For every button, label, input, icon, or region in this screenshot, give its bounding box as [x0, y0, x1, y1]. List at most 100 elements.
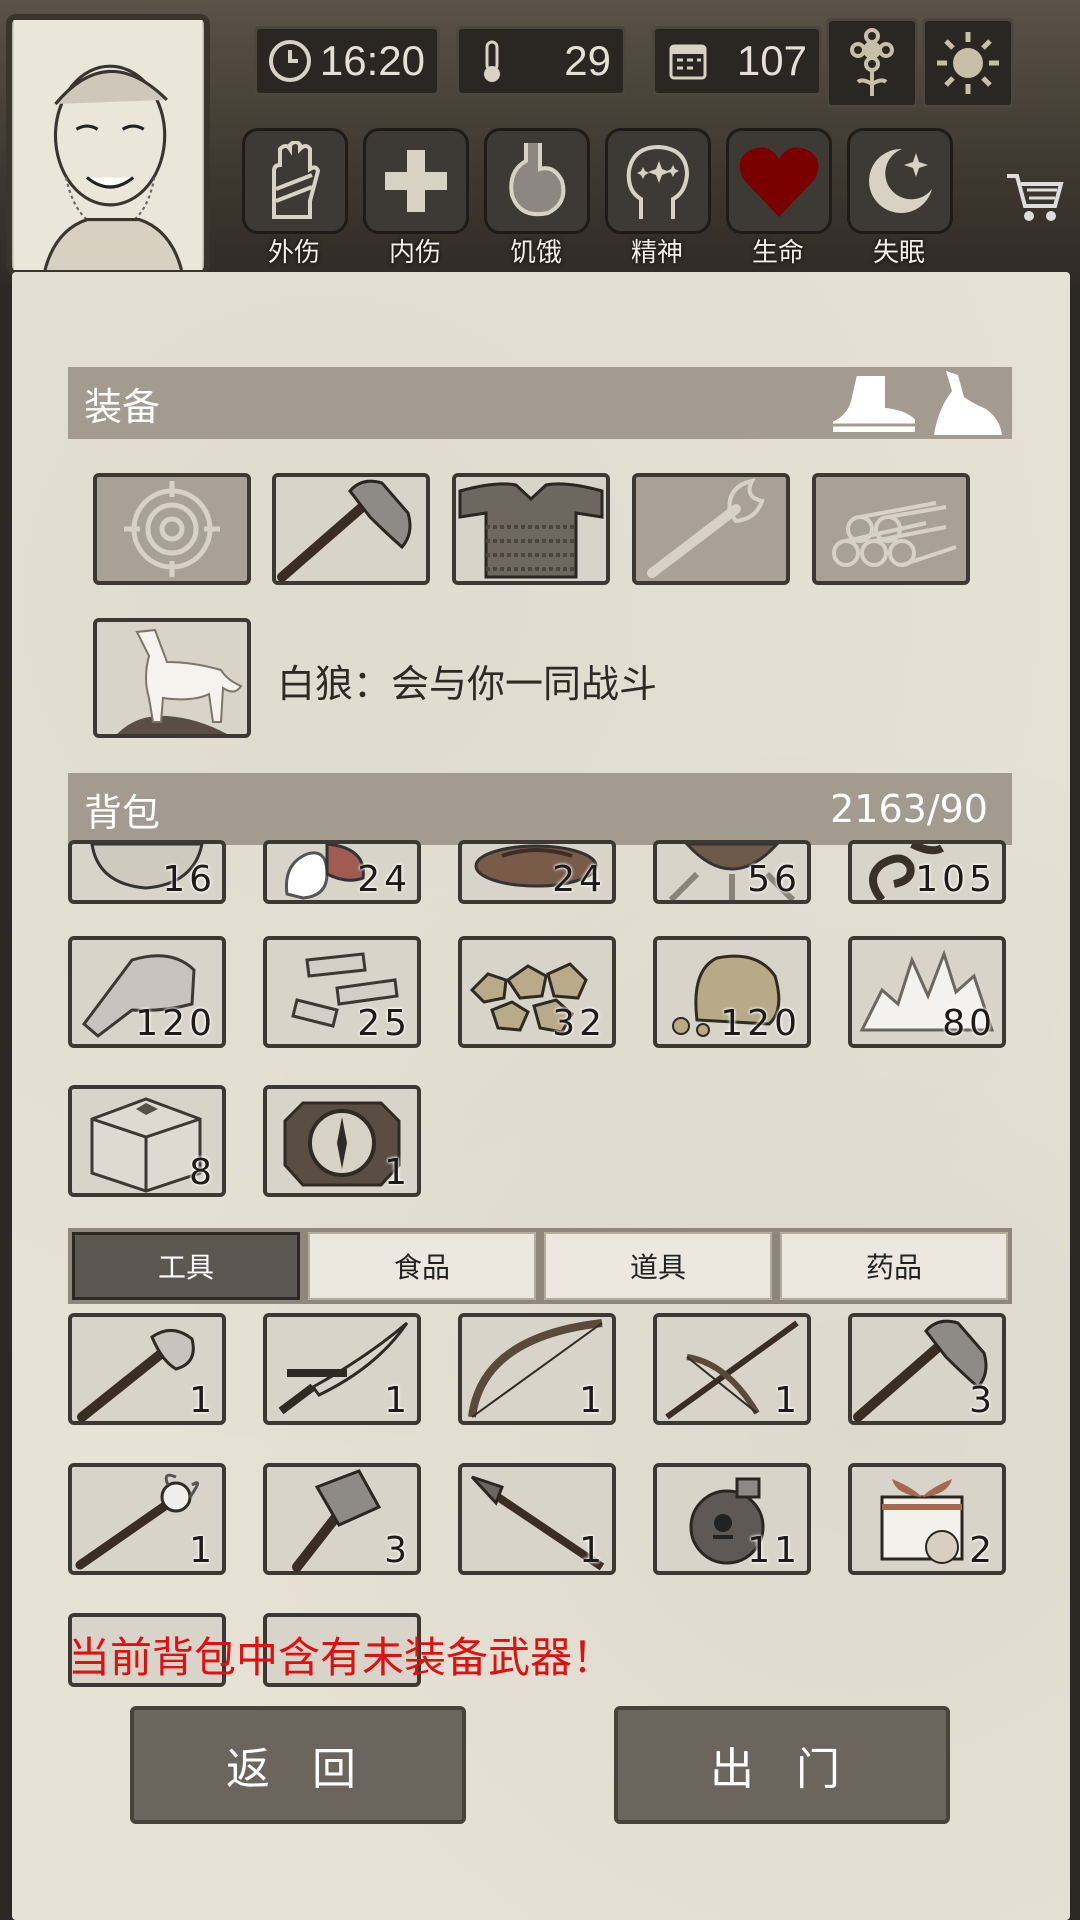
condition-label: 精神	[630, 238, 683, 268]
sun-icon	[937, 32, 999, 94]
item-count: 8	[189, 1152, 216, 1193]
heart-icon	[739, 147, 819, 217]
tool-item[interactable]: 1	[68, 1463, 226, 1575]
condition-insomnia[interactable]: 失眠	[847, 128, 953, 268]
item-count: 1	[189, 1530, 216, 1571]
day-value: 107	[736, 37, 807, 84]
item-count: 32	[552, 1003, 606, 1044]
item-count: 80	[942, 1003, 996, 1044]
backpack-item[interactable]: 105	[848, 840, 1006, 904]
flower-icon	[850, 28, 894, 96]
go-out-button[interactable]: 出 门	[614, 1706, 950, 1824]
equipment-slot-firewood[interactable]	[812, 473, 970, 585]
condition-external-injury[interactable]: 外伤	[242, 128, 348, 268]
character-portrait[interactable]	[6, 14, 210, 276]
item-count: 3	[384, 1530, 411, 1571]
backpack-item[interactable]: 32	[458, 936, 616, 1048]
survivor-face-icon	[13, 20, 203, 271]
tool-item[interactable]: 2	[848, 1463, 1006, 1575]
tool-item[interactable]: 1	[653, 1313, 811, 1425]
tool-item[interactable]: 3	[848, 1313, 1006, 1425]
item-count: 24	[552, 859, 606, 900]
logs-icon	[832, 501, 957, 567]
backpack-item[interactable]: 120	[68, 936, 226, 1048]
backpack-item[interactable]: 24	[458, 840, 616, 904]
category-tabs: 工具 食品 道具 药品	[68, 1228, 1012, 1304]
condition-spirit[interactable]: 精神	[605, 128, 711, 268]
condition-health[interactable]: 生命	[726, 128, 832, 268]
backpack-header: 背包 2163/90	[68, 773, 1012, 845]
tool-item[interactable]: 11	[653, 1463, 811, 1575]
backpack-item[interactable]: 16	[68, 840, 226, 904]
item-count: 120	[135, 1003, 216, 1044]
item-count: 3	[969, 1380, 996, 1421]
moon-star-icon	[869, 148, 932, 213]
backpack-item[interactable]: 25	[263, 936, 421, 1048]
equipment-slot-target[interactable]	[93, 473, 251, 585]
temperature-display: 29	[456, 26, 626, 96]
temperature-value: 29	[564, 37, 611, 84]
condition-internal-injury[interactable]: 内伤	[363, 128, 469, 268]
wolf-icon[interactable]	[928, 369, 1008, 437]
unequipped-weapon-warning: 当前背包中含有未装备武器！	[68, 1633, 615, 1682]
tool-item[interactable]: 1	[458, 1463, 616, 1575]
cross-icon	[385, 150, 447, 212]
tab-medicine[interactable]: 药品	[780, 1232, 1008, 1300]
equipment-slot-torch[interactable]	[632, 473, 790, 585]
item-count: 1	[384, 1380, 411, 1421]
backpack-capacity: 2163/90	[830, 787, 988, 831]
condition-label: 饥饿	[509, 238, 562, 268]
companion-slot[interactable]	[93, 618, 251, 738]
backpack-item[interactable]: 80	[848, 936, 1006, 1048]
chainmail-icon	[458, 482, 604, 579]
condition-label: 外伤	[267, 238, 320, 268]
item-count: 1	[189, 1380, 216, 1421]
item-count: 24	[357, 859, 411, 900]
backpack-item[interactable]: 8	[68, 1085, 226, 1197]
item-count: 1	[774, 1380, 801, 1421]
tool-item[interactable]: 1	[458, 1313, 616, 1425]
target-icon	[124, 481, 220, 577]
backpack-item[interactable]: 56	[653, 840, 811, 904]
tab-food[interactable]: 食品	[308, 1232, 536, 1300]
tool-item[interactable]: 1	[263, 1313, 421, 1425]
thermometer-icon	[484, 40, 500, 82]
item-count: 1	[579, 1380, 606, 1421]
day-counter: 107	[652, 26, 822, 96]
backpack-item[interactable]: 24	[263, 840, 421, 904]
backpack-title: 背包	[84, 790, 161, 835]
condition-label: 内伤	[388, 238, 441, 268]
weather-button[interactable]	[922, 18, 1014, 108]
tool-item[interactable]: 1	[68, 1313, 226, 1425]
top-status-bar: 16:20 29 107 外伤 内伤 饥饿 精神 生命 失眠	[0, 0, 1080, 285]
time-value: 16:20	[319, 37, 425, 84]
tab-props[interactable]: 道具	[544, 1232, 772, 1300]
boot-icon[interactable]	[826, 371, 922, 437]
backpack-item[interactable]: 120	[653, 936, 811, 1048]
backpack-item[interactable]: 1	[263, 1085, 421, 1197]
white-wolf-icon	[117, 628, 243, 734]
tool-item[interactable]: 3	[263, 1463, 421, 1575]
item-count: 2	[969, 1530, 996, 1571]
stomach-icon	[509, 143, 566, 217]
back-button[interactable]: 返 回	[130, 1706, 466, 1824]
item-count: 25	[357, 1003, 411, 1044]
item-count: 1	[579, 1530, 606, 1571]
tab-tools[interactable]: 工具	[72, 1232, 300, 1300]
equipment-header: 装备	[68, 367, 1012, 439]
head-sparkle-icon	[626, 144, 690, 219]
item-count: 120	[720, 1003, 801, 1044]
equipment-title: 装备	[84, 384, 161, 429]
flower-button[interactable]	[826, 18, 918, 108]
condition-hunger[interactable]: 饥饿	[484, 128, 590, 268]
equipment-slot-axe[interactable]	[272, 473, 430, 585]
item-count: 105	[915, 859, 996, 900]
item-count: 1	[384, 1152, 411, 1193]
torch-icon	[647, 478, 765, 578]
hand-bandage-icon	[272, 141, 321, 219]
equipment-slot-armor[interactable]	[452, 473, 610, 585]
item-count: 16	[162, 859, 216, 900]
condition-label: 生命	[751, 238, 804, 268]
shop-cart-icon[interactable]	[1005, 170, 1065, 226]
axe-icon	[277, 479, 412, 581]
